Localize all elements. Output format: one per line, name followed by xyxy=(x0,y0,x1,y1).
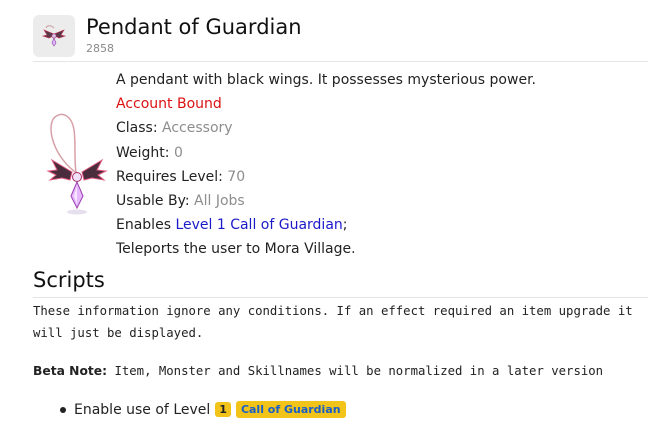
usable-row: Usable By: All Jobs xyxy=(116,189,536,213)
winged-pendant-icon xyxy=(41,25,67,47)
weight-row: Weight: 0 xyxy=(116,141,536,165)
scripts-info: These information ignore any conditions.… xyxy=(33,304,633,340)
weight-value: 0 xyxy=(173,144,183,161)
item-header: Pendant of Guardian 2858 xyxy=(33,10,648,60)
bullet-icon xyxy=(60,406,66,413)
usable-value: All Jobs xyxy=(194,193,245,210)
skill-badge[interactable]: Call of Guardian xyxy=(235,401,346,418)
class-row: Class: Accessory xyxy=(116,116,536,140)
enables-suffix: ; xyxy=(342,217,348,234)
list-item: Enable use of Level 1 Call of Guardian xyxy=(60,401,346,418)
beta-note: Beta Note: Item, Monster and Skillnames … xyxy=(33,360,646,382)
usable-label: Usable By: xyxy=(116,193,190,210)
bound-status: Account Bound xyxy=(116,96,222,113)
level-badge: 1 xyxy=(215,402,231,417)
beta-text: Item, Monster and Skillnames will be nor… xyxy=(107,364,604,378)
item-title: Pendant of Guardian xyxy=(86,15,302,39)
scripts-heading: Scripts xyxy=(33,268,105,292)
beta-label: Beta Note: xyxy=(33,364,108,378)
item-details: A pendant with black wings. It possesses… xyxy=(116,68,536,262)
teleport-text: Teleports the user to Mora Village. xyxy=(116,241,356,258)
skill-link[interactable]: Level 1 Call of Guardian xyxy=(175,217,342,233)
class-value: Accessory xyxy=(162,120,233,137)
weight-label: Weight: xyxy=(116,144,170,161)
header-divider xyxy=(33,61,648,62)
item-thumbnail xyxy=(33,15,75,57)
level-label: Requires Level: xyxy=(116,168,223,185)
item-id: 2858 xyxy=(86,42,114,55)
enables-prefix: Enables xyxy=(116,217,171,234)
effect-text: Enable use of Level xyxy=(74,401,211,418)
level-value: 70 xyxy=(227,168,246,185)
scripts-divider xyxy=(33,297,648,298)
class-label: Class: xyxy=(116,120,158,137)
winged-pendant-icon xyxy=(46,113,108,215)
item-description: A pendant with black wings. It possesses… xyxy=(116,72,536,88)
level-row: Requires Level: 70 xyxy=(116,165,536,189)
enables-row: Enables Level 1 Call of Guardian; xyxy=(116,213,536,237)
